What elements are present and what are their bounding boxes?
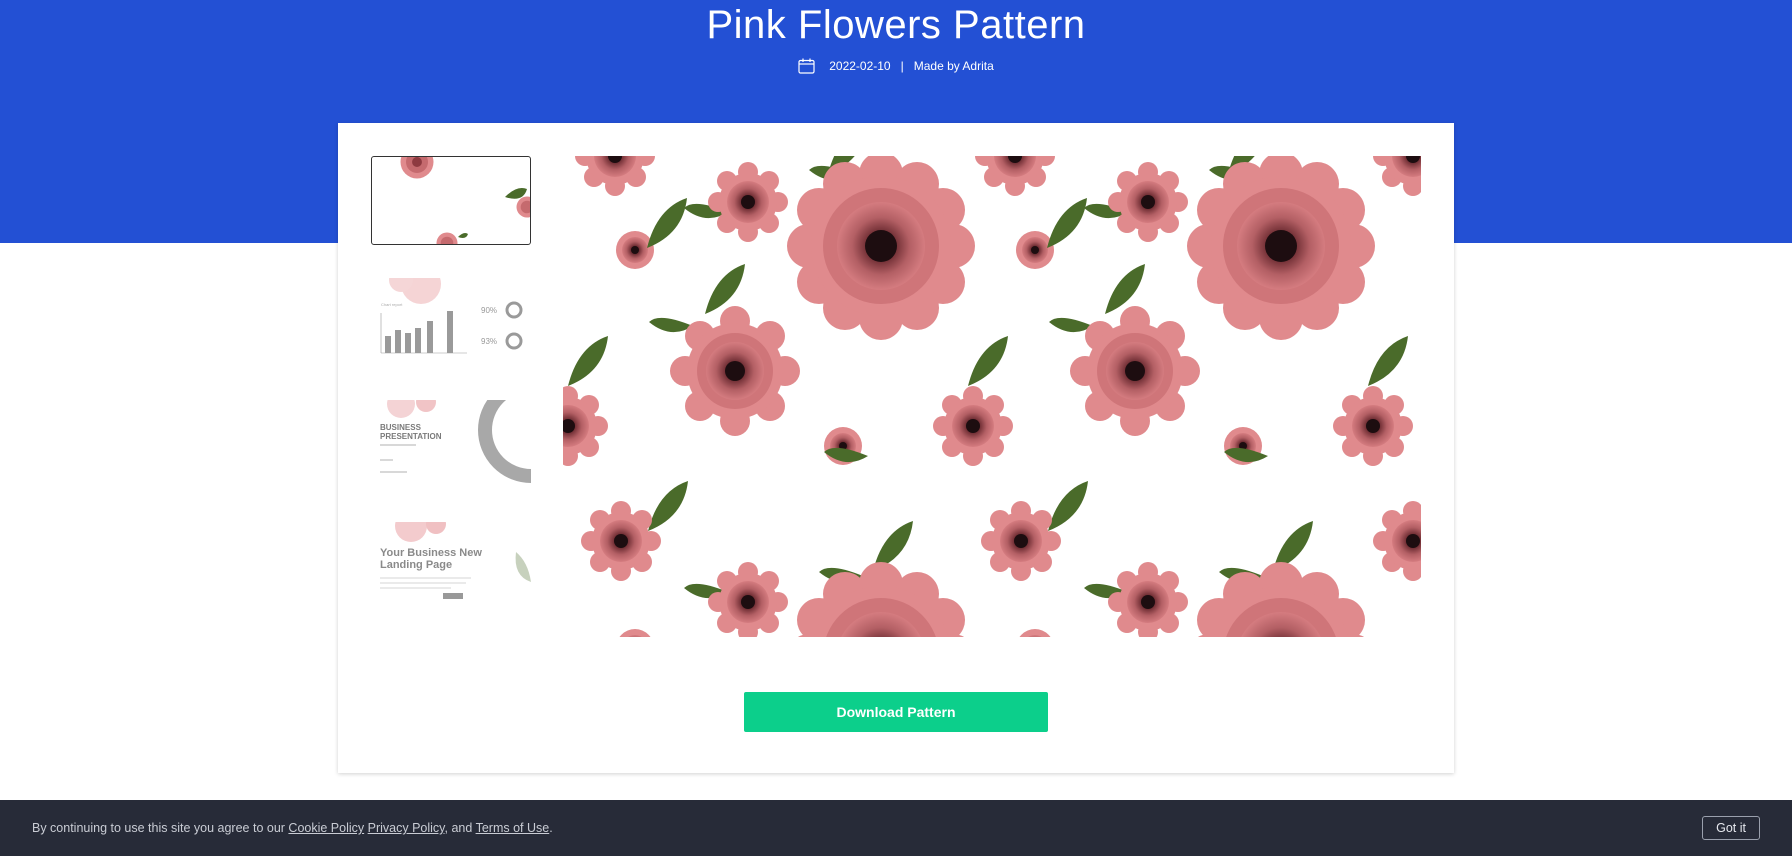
cookie-text: By continuing to use this site you agree…	[32, 821, 1702, 835]
landing-line-2: Landing Page	[380, 559, 452, 571]
cookie-prefix: By continuing to use this site you agree…	[32, 821, 285, 835]
pattern-card: Chart report 90% 93% BUSINESS PRESENTATI…	[338, 123, 1454, 773]
presentation-line-1: BUSINESS	[380, 423, 422, 432]
page-meta: 2022-02-10 | Made by Adrita	[0, 58, 1792, 74]
publish-date: 2022-02-10	[829, 59, 891, 73]
cookie-and: , and	[444, 821, 473, 835]
chart-slide-stat-2: 93%	[481, 337, 497, 346]
thumbnail-pattern[interactable]	[371, 156, 531, 245]
pattern-preview	[563, 156, 1421, 637]
author: Made by Adrita	[913, 59, 994, 73]
presentation-line-2: PRESENTATION	[380, 432, 442, 441]
got-it-button[interactable]: Got it	[1702, 816, 1760, 840]
page-title: Pink Flowers Pattern	[706, 3, 1086, 47]
download-pattern-button[interactable]: Download Pattern	[744, 692, 1048, 732]
thumbnail-chart-slide[interactable]: Chart report 90% 93%	[371, 278, 531, 367]
terms-of-use-link[interactable]: Terms of Use	[476, 821, 550, 835]
thumbnail-business-presentation[interactable]: BUSINESS PRESENTATION	[371, 400, 531, 489]
cookie-policy-link[interactable]: Cookie Policy	[288, 821, 364, 835]
svg-text:Chart report: Chart report	[381, 302, 403, 307]
thumbnail-chart-slide-image: Chart report 90% 93%	[371, 278, 531, 367]
thumbnail-pattern-image	[400, 157, 530, 244]
thumbnail-business-presentation-image: BUSINESS PRESENTATION	[371, 400, 531, 489]
thumbnail-landing-page[interactable]: Your Business New Landing Page	[371, 522, 531, 611]
cookie-consent-bar: By continuing to use this site you agree…	[0, 800, 1792, 856]
cookie-suffix: .	[549, 821, 553, 835]
thumbnail-landing-page-image: Your Business New Landing Page	[371, 522, 531, 611]
calendar-icon	[798, 58, 815, 74]
chart-slide-stat-1: 90%	[481, 306, 497, 315]
pattern-preview-image	[563, 156, 1421, 637]
landing-line-1: Your Business New	[380, 547, 482, 559]
privacy-policy-link[interactable]: Privacy Policy	[368, 821, 445, 835]
meta-separator: |	[900, 59, 904, 73]
